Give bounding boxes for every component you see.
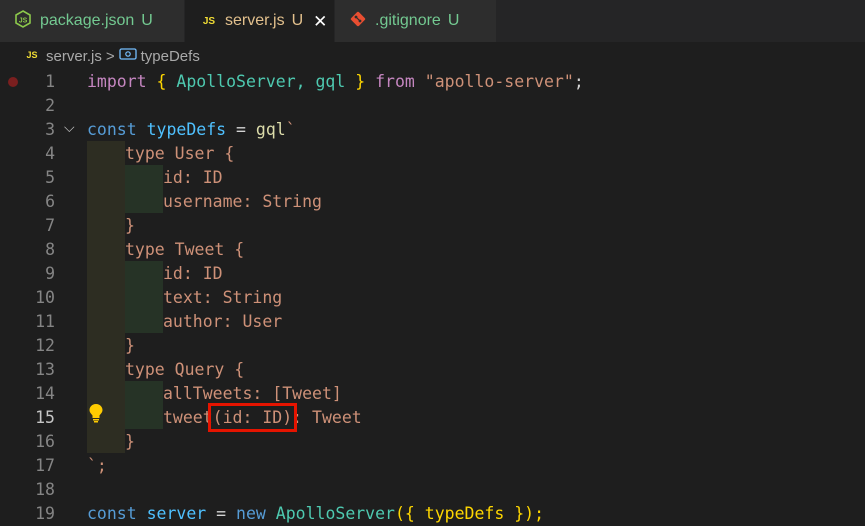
- tab-label: server.js: [225, 12, 285, 29]
- line-number: 4: [45, 144, 55, 163]
- code-line-12: }: [125, 336, 135, 355]
- code-editor[interactable]: ⌵ 1 2 3 4 5 6 7 8 9 10 11 12 13 14 15 16…: [0, 70, 865, 523]
- line-number: 6: [45, 192, 55, 211]
- breadcrumb-file[interactable]: server.js: [46, 48, 102, 65]
- line-number: 17: [35, 456, 55, 475]
- tab-package-json[interactable]: JS package.json U: [0, 0, 185, 42]
- svg-text:JS: JS: [19, 17, 28, 24]
- line-number: 11: [35, 312, 55, 331]
- git-status-badge: U: [291, 12, 304, 29]
- line-number: 1: [45, 72, 55, 91]
- code-line-7: }: [125, 216, 135, 235]
- code-line-19: const server = new ApolloServer({ typeDe…: [87, 504, 545, 523]
- line-number: 5: [45, 168, 55, 187]
- code-line-1: import { ApolloServer, gql } from "apoll…: [87, 72, 584, 91]
- breadcrumb-symbol[interactable]: typeDefs: [141, 48, 200, 65]
- code-line-11: author: User: [163, 312, 283, 331]
- line-number: 10: [35, 288, 55, 307]
- code-line-6: username: String: [163, 192, 322, 211]
- code-line-14: allTweets: [Tweet]: [163, 384, 342, 403]
- breadcrumb: JS server.js > typeDefs: [0, 42, 865, 70]
- code-line-10: text: String: [163, 288, 283, 307]
- line-number: 8: [45, 240, 55, 259]
- svg-text:JS: JS: [26, 50, 37, 60]
- code-line-16: }: [125, 432, 135, 451]
- git-icon: [349, 10, 367, 33]
- breadcrumb-separator: >: [105, 47, 115, 65]
- tab-label: .gitignore: [375, 12, 441, 29]
- code-line-8: type Tweet {: [125, 240, 245, 259]
- line-number: 3: [45, 120, 55, 139]
- tab-label: package.json: [40, 12, 135, 29]
- editor-tab-bar: JS package.json U JS server.js U ✕ .giti…: [0, 0, 865, 42]
- git-status-badge: U: [447, 12, 460, 29]
- line-number: 14: [35, 384, 55, 403]
- nodejs-icon: JS: [14, 9, 32, 33]
- line-number: 2: [45, 96, 55, 115]
- tab-server-js[interactable]: JS server.js U ✕: [185, 0, 335, 42]
- variable-icon: [118, 47, 137, 65]
- line-number: 13: [35, 360, 55, 379]
- line-number-active: 15: [35, 408, 55, 427]
- code-line-17: `;: [87, 456, 107, 475]
- line-number: 7: [45, 216, 55, 235]
- code-line-15: tweet(id: ID): Tweet: [163, 403, 362, 432]
- line-number: 9: [45, 264, 55, 283]
- line-number: 12: [35, 336, 55, 355]
- javascript-file-icon: JS: [201, 11, 217, 32]
- line-number: 18: [35, 480, 55, 499]
- code-line-5: id: ID: [163, 168, 223, 187]
- tab-gitignore[interactable]: .gitignore U: [335, 0, 497, 42]
- code-line-9: id: ID: [163, 264, 223, 283]
- code-line-3: const typeDefs = gql`: [87, 120, 296, 139]
- code-line-13: type Query {: [125, 360, 245, 379]
- highlighted-arguments: (id: ID): [207, 403, 298, 432]
- line-number: 19: [35, 504, 55, 523]
- close-icon[interactable]: ✕: [313, 13, 327, 30]
- line-number: 16: [35, 432, 55, 451]
- code-line-4: type User {: [125, 144, 235, 163]
- svg-text:JS: JS: [203, 16, 216, 27]
- git-status-badge: U: [141, 12, 153, 29]
- javascript-file-icon: JS: [24, 46, 40, 66]
